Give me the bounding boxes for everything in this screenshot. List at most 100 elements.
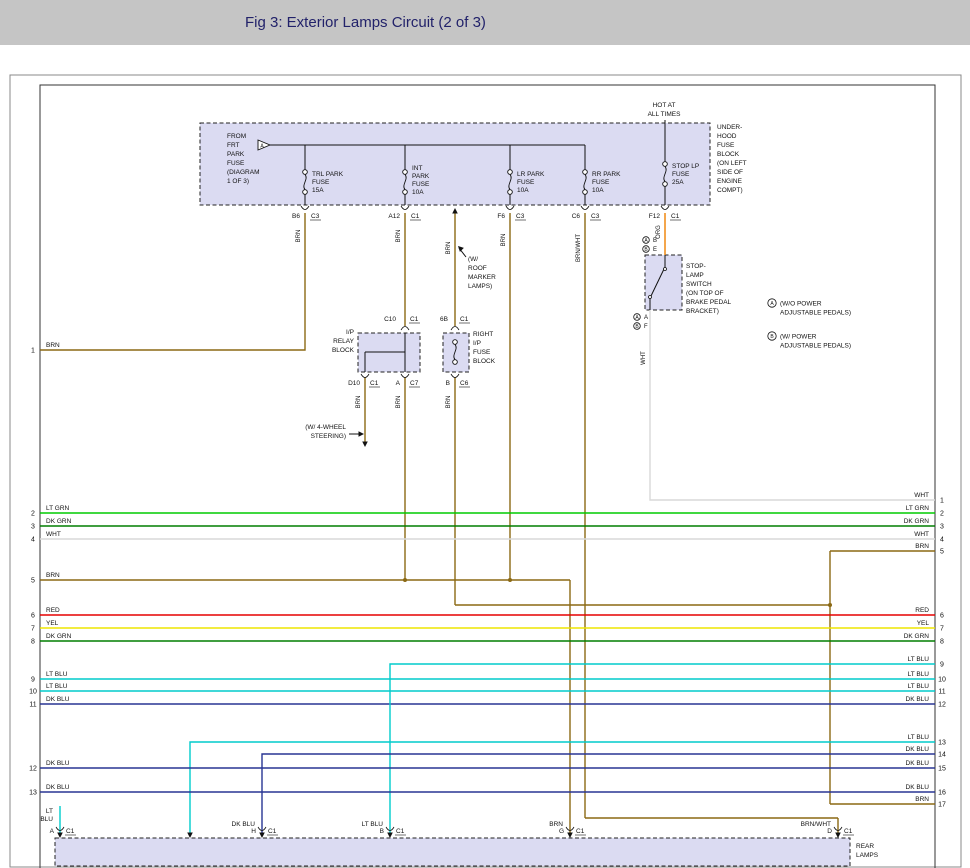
from-frt-park-fuse-label: FROM	[227, 133, 246, 140]
rear-lamps-label: LAMPS	[856, 852, 879, 859]
connector-pin: C6	[572, 213, 581, 220]
right-ip-fuse-block-box	[442, 332, 470, 373]
wire-color-label: BRN	[501, 234, 507, 247]
left-pin-number: 8	[31, 639, 35, 646]
wire-color-label: BRN	[296, 230, 302, 243]
connector-pin: D10	[348, 380, 360, 387]
left-pin-wire-label: LT BLU	[46, 683, 68, 690]
right-pin-wire-label: DK BLU	[906, 696, 930, 703]
right-pin-number: 1	[940, 498, 944, 505]
fuse-label: 10A	[592, 187, 604, 194]
stop-lamp-switch-box	[644, 254, 683, 311]
right-pin-number: 16	[938, 790, 946, 797]
switch-pin: E	[653, 247, 657, 253]
left-pin-wire-label: WHT	[46, 531, 61, 538]
bottom-wire-color-label: LT	[46, 808, 53, 815]
left-pin-number: 3	[31, 524, 35, 531]
fuse-label: 15A	[312, 187, 324, 194]
left-pin-number: 12	[29, 766, 37, 773]
right-ip-fuse-block-label: RIGHT	[473, 331, 493, 338]
right-pin-number: 8	[940, 639, 944, 646]
right-pin-number: 12	[938, 702, 946, 709]
right-pin-number: 6	[940, 613, 944, 620]
from-frt-park-fuse-label: 1 OF 3)	[227, 178, 249, 185]
fuse-label: LR PARK	[517, 171, 545, 178]
left-pin-wire-label: DK BLU	[46, 696, 70, 703]
underhood-fuse-block-label: (ON LEFT	[717, 160, 747, 167]
underhood-fuse-block-label: HOOD	[717, 133, 737, 140]
underhood-fuse-block-label: BLOCK	[717, 151, 740, 158]
left-pin-number: 11	[29, 702, 36, 709]
wire-color-label: BRN	[446, 396, 452, 409]
right-pin-wire-label: DK BLU	[906, 784, 930, 791]
connector-id: C3	[591, 213, 600, 220]
rear-lamps-connector-box	[54, 837, 851, 867]
right-ip-fuse-block-label: BLOCK	[473, 358, 496, 365]
connector-pin: F12	[649, 213, 661, 220]
ip-relay-block-label: RELAY	[333, 338, 354, 345]
fuse-label: FUSE	[592, 179, 610, 186]
fuse-terminal	[302, 169, 308, 175]
stop-lamp-switch-label: BRAKE PEDAL	[686, 299, 732, 306]
wire-color-label: WHT	[641, 351, 647, 365]
underhood-fuse-block-label: FUSE	[717, 142, 735, 149]
connector-id: C1	[460, 316, 469, 323]
switch-contact	[663, 267, 667, 271]
fuse-label: 25A	[672, 179, 684, 186]
fuse-terminal	[402, 169, 408, 175]
from-frt-park-fuse-label: FUSE	[227, 160, 245, 167]
four-wheel-steering-note: STEERING)	[311, 433, 346, 440]
connector-id: C1	[671, 213, 680, 220]
connector-pin: B	[446, 380, 450, 387]
fuse-terminal	[582, 169, 588, 175]
right-pin-wire-label: DK BLU	[906, 760, 930, 767]
fuse-label: RR PARK	[592, 171, 621, 178]
wire-color-label: BRN	[396, 396, 402, 409]
connector-pin: A	[50, 828, 55, 835]
left-pin-number: 13	[29, 790, 37, 797]
right-pin-wire-label: BRN	[915, 796, 929, 803]
stop-lamp-switch-label: STOP-	[686, 263, 706, 270]
connector-pin: 6B	[440, 316, 448, 323]
right-pin-wire-label: BRN	[915, 543, 929, 550]
switch-pin: A	[644, 315, 648, 321]
hot-at-all-times-label: ALL TIMES	[648, 111, 682, 118]
connector-id: C1	[66, 828, 75, 835]
junction-dot	[403, 578, 407, 582]
from-frt-park-fuse-label: (DIAGRAM	[227, 169, 260, 176]
underhood-fuse-block-label: ENGINE	[717, 178, 743, 185]
fuse-label: FUSE	[312, 179, 330, 186]
right-pin-number: 14	[938, 752, 946, 759]
connector-id: C1	[411, 213, 420, 220]
right-pin-wire-label: WHT	[914, 531, 929, 538]
right-pin-wire-label: LT BLU	[908, 683, 930, 690]
fuse-terminal	[452, 359, 458, 365]
hot-at-all-times-label: HOT AT	[653, 102, 676, 109]
right-pin-wire-label: LT BLU	[908, 671, 930, 678]
connector-id: C1	[268, 828, 277, 835]
connector-id: C7	[410, 380, 419, 387]
left-pin-number: 4	[31, 537, 35, 544]
stop-lamp-switch-label: BRACKET)	[686, 308, 719, 315]
wire-color-label: BRN/WHT	[576, 234, 582, 262]
rear-lamps-label: REAR	[856, 843, 874, 850]
connector-pin: F6	[497, 213, 505, 220]
fuse-label: TRL PARK	[312, 171, 344, 178]
wire-color-label: ORG	[656, 225, 662, 239]
stop-lamp-switch-label: LAMP	[686, 272, 704, 279]
right-pin-wire-label: DK GRN	[904, 633, 930, 640]
bottom-wire-color-label: BLU	[40, 816, 53, 823]
right-ip-fuse-block-label: FUSE	[473, 349, 491, 356]
ip-relay-block-label: I/P	[346, 329, 354, 336]
four-wheel-steering-note: (W/ 4-WHEEL	[305, 424, 346, 431]
connector-id: C3	[311, 213, 320, 220]
fuse-terminal	[662, 181, 668, 187]
junction-dot	[828, 603, 832, 607]
junction-dot	[508, 578, 512, 582]
fuse-terminal	[302, 189, 308, 195]
connector-id: C1	[370, 380, 379, 387]
legend-text: ADJUSTABLE PEDALS)	[780, 310, 851, 317]
switch-contact	[648, 295, 652, 299]
right-pin-number: 11	[938, 689, 945, 696]
right-pin-wire-label: RED	[915, 607, 929, 614]
